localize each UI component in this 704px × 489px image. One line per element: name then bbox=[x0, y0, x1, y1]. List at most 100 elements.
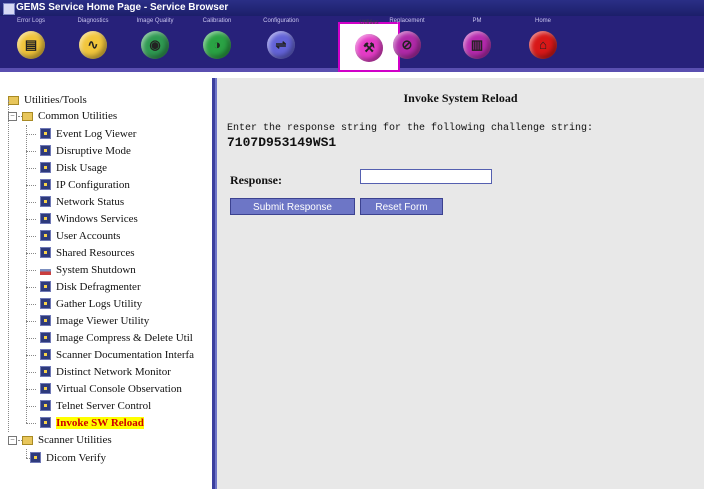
toolbar-tab-label: Diagnostics bbox=[77, 18, 109, 24]
app-icon bbox=[3, 3, 15, 15]
tree-root-utilities-tools[interactable]: Utilities/Tools bbox=[8, 92, 87, 108]
tree-connector bbox=[26, 134, 36, 136]
replacement-icon: ⊘ bbox=[393, 31, 421, 59]
image-quality-icon: ◉ bbox=[141, 31, 169, 59]
pm-icon: ▥ bbox=[463, 31, 491, 59]
tree-connector bbox=[8, 100, 10, 432]
tool-page-icon bbox=[40, 179, 51, 190]
tree-item-label: Scanner Utilities bbox=[38, 434, 112, 446]
submit-response-button[interactable]: Submit Response bbox=[230, 198, 355, 215]
toolbar-tab-pm[interactable]: PM ▥ bbox=[446, 16, 508, 68]
tool-page-icon bbox=[40, 383, 51, 394]
toolbar-tab-replacement[interactable]: Replacement ⊘ bbox=[376, 16, 438, 68]
tree-connector bbox=[26, 338, 36, 340]
tool-page-icon bbox=[40, 145, 51, 156]
tree-folder-common-utilities[interactable]: Common Utilities bbox=[22, 108, 117, 124]
toolbar-tab-label: PM bbox=[472, 18, 482, 24]
tool-page-icon bbox=[30, 452, 41, 463]
tool-page-icon bbox=[40, 247, 51, 258]
tree-item-ip-configuration[interactable]: IP Configuration bbox=[40, 177, 130, 193]
tree-item-shared-resources[interactable]: Shared Resources bbox=[40, 245, 135, 261]
tree-item-telnet-server-control[interactable]: Telnet Server Control bbox=[40, 398, 151, 414]
response-input[interactable] bbox=[360, 169, 492, 184]
toolbar-tab-label: Replacement bbox=[389, 18, 425, 24]
tree-item-event-log-viewer[interactable]: Event Log Viewer bbox=[40, 126, 136, 142]
tool-page-icon bbox=[40, 366, 51, 377]
toolbar-tab-error-logs[interactable]: Error Logs ▤ bbox=[0, 16, 62, 68]
page-title: Invoke System Reload bbox=[403, 91, 518, 105]
tree-item-distinct-network-monitor[interactable]: Distinct Network Monitor bbox=[40, 364, 171, 380]
tree-item-network-status[interactable]: Network Status bbox=[40, 194, 124, 210]
toolbar-tab-calibration[interactable]: Calibration ◑ bbox=[186, 16, 248, 68]
tree-connector bbox=[26, 270, 36, 272]
tree-connector bbox=[26, 389, 36, 391]
tree-item-label: Disruptive Mode bbox=[56, 145, 131, 157]
tree-connector bbox=[26, 219, 36, 221]
toolbar-tab-home[interactable]: Home ⌂ bbox=[512, 16, 574, 68]
tool-page-icon bbox=[40, 315, 51, 326]
challenge-prompt: Enter the response string for the follow… bbox=[227, 123, 594, 134]
tree-connector bbox=[26, 372, 36, 374]
application-window: GEMS Service Home Page - Service Browser… bbox=[0, 0, 704, 489]
toolbar-tab-label: Error Logs bbox=[16, 18, 45, 24]
tree-item-label: Shared Resources bbox=[56, 247, 135, 259]
tree-item-gather-logs-utility[interactable]: Gather Logs Utility bbox=[40, 296, 142, 312]
tree-connector bbox=[26, 185, 36, 187]
main-toolbar: Error Logs ▤ Diagnostics ∿ Image Quality ◉ Cal… bbox=[0, 16, 704, 72]
tree-connector bbox=[26, 423, 36, 425]
tree-item-label: Event Log Viewer bbox=[56, 128, 137, 140]
tree-item-label: Scanner Documentation Interfa bbox=[56, 349, 195, 361]
title-bar: GEMS Service Home Page - Service Browser bbox=[0, 0, 704, 16]
tree-item-image-compress-delete-util[interactable]: Image Compress & Delete Util bbox=[40, 330, 193, 346]
tool-page-icon bbox=[40, 196, 51, 207]
tree-connector bbox=[26, 168, 36, 170]
tree-item-label: Windows Services bbox=[56, 213, 138, 225]
collapse-toggle[interactable]: − bbox=[8, 436, 17, 445]
tree-item-disruptive-mode[interactable]: Disruptive Mode bbox=[40, 143, 131, 159]
toolbar-tab-label: Home bbox=[534, 18, 551, 24]
toolbar-tab-label: Configuration bbox=[263, 18, 299, 24]
tool-page-icon bbox=[40, 417, 51, 428]
tree-item-invoke-sw-reload[interactable]: Invoke SW Reload bbox=[40, 415, 144, 431]
utilities-tree: Utilities/Tools − Common Utilities Event Lo… bbox=[0, 78, 215, 489]
tree-item-user-accounts[interactable]: User Accounts bbox=[40, 228, 120, 244]
tool-page-icon bbox=[40, 230, 51, 241]
tree-item-label: System Shutdown bbox=[56, 264, 136, 276]
toolbar-tab-image-quality[interactable]: Image Quality ◉ bbox=[124, 16, 186, 68]
tree-item-label: Gather Logs Utility bbox=[56, 298, 143, 310]
tree-connector bbox=[26, 236, 36, 238]
calibration-icon: ◑ bbox=[203, 31, 231, 59]
tree-item-label: Distinct Network Monitor bbox=[56, 366, 171, 378]
tree-item-disk-usage[interactable]: Disk Usage bbox=[40, 160, 107, 176]
reset-form-button[interactable]: Reset Form bbox=[360, 198, 443, 215]
tree-item-label: Image Compress & Delete Util bbox=[56, 332, 193, 344]
tool-page-icon bbox=[40, 349, 51, 360]
toolbar-tab-diagnostics[interactable]: Diagnostics ∿ bbox=[62, 16, 124, 68]
tool-page-icon bbox=[40, 400, 51, 411]
tree-item-image-viewer-utility[interactable]: Image Viewer Utility bbox=[40, 313, 149, 329]
error-logs-icon: ▤ bbox=[17, 31, 45, 59]
toolbar-tab-label: Image Quality bbox=[136, 18, 174, 24]
tree-item-scanner-documentation-interfa[interactable]: Scanner Documentation Interfa bbox=[40, 347, 194, 363]
tree-connector bbox=[26, 151, 36, 153]
tree-item-dicom-verify[interactable]: Dicom Verify bbox=[30, 450, 106, 466]
folder-icon bbox=[22, 436, 33, 445]
response-label: Response: bbox=[230, 173, 283, 187]
tree-item-label: User Accounts bbox=[56, 230, 121, 242]
tree-item-disk-defragmenter[interactable]: Disk Defragmenter bbox=[40, 279, 141, 295]
tool-page-icon bbox=[40, 298, 51, 309]
tree-item-label: IP Configuration bbox=[56, 179, 130, 191]
tree-item-system-shutdown[interactable]: System Shutdown bbox=[40, 262, 136, 278]
configuration-icon: ⇌ bbox=[267, 31, 295, 59]
tree-item-windows-services[interactable]: Windows Services bbox=[40, 211, 138, 227]
tree-connector bbox=[26, 287, 36, 289]
toolbar-tab-label: Calibration bbox=[202, 18, 232, 24]
toolbar-tab-configuration[interactable]: Configuration ⇌ bbox=[250, 16, 312, 68]
tool-page-icon bbox=[40, 281, 51, 292]
tree-item-label: Common Utilities bbox=[38, 110, 118, 122]
tree-folder-scanner-utilities[interactable]: Scanner Utilities bbox=[22, 432, 112, 448]
shutdown-icon bbox=[40, 269, 51, 275]
diagnostics-icon: ∿ bbox=[79, 31, 107, 59]
tree-item-virtual-console-observation[interactable]: Virtual Console Observation bbox=[40, 381, 182, 397]
challenge-string: 7107D953149WS1 bbox=[227, 135, 337, 150]
